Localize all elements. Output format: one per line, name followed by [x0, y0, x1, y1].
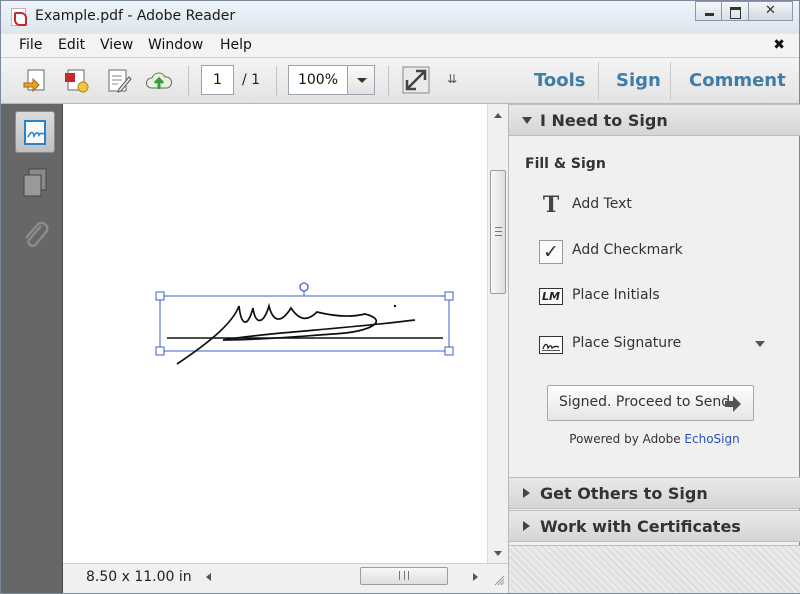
horizontal-scroll-thumb[interactable] [360, 567, 448, 585]
close-icon[interactable] [749, 1, 793, 21]
scroll-up-icon[interactable] [494, 113, 502, 118]
menu-edit[interactable]: Edit [58, 37, 85, 53]
powered-by-label: Powered by Adobe [569, 432, 681, 446]
place-initials-button[interactable]: LM Place Initials [536, 284, 786, 310]
action-label: Place Signature [572, 335, 682, 351]
vertical-scrollbar[interactable] [487, 104, 508, 563]
chevron-down-icon[interactable] [755, 341, 765, 347]
maximize-icon[interactable] [722, 1, 749, 21]
tab-comment[interactable]: Comment [689, 70, 786, 91]
create-pdf-icon[interactable] [63, 67, 91, 95]
window-title: Example.pdf - Adobe Reader [35, 8, 236, 24]
section-title: I Need to Sign [540, 111, 668, 130]
checkmark-icon: ✓ [539, 240, 563, 264]
minimize-icon[interactable] [695, 1, 722, 21]
place-signature-button[interactable]: Place Signature [536, 332, 786, 358]
expand-icon [523, 488, 530, 498]
scroll-right-icon[interactable] [473, 573, 478, 581]
signature-icon [539, 336, 563, 354]
signature-panel-button[interactable] [15, 111, 55, 153]
menu-window[interactable]: Window [148, 37, 203, 53]
echosign-link[interactable]: EchoSign [684, 432, 739, 446]
signature-annotation[interactable] [153, 280, 463, 366]
menu-file[interactable]: File [19, 37, 42, 53]
add-text-button[interactable]: T Add Text [536, 193, 786, 219]
pane-empty-area [509, 545, 800, 593]
tab-tools[interactable]: Tools [534, 70, 586, 91]
initials-icon: LM [539, 288, 563, 305]
close-document-icon[interactable]: ✖ [773, 37, 785, 53]
zoom-dropdown-button[interactable] [347, 65, 375, 95]
attachments-icon[interactable] [21, 220, 49, 252]
page-thumbnails-icon[interactable] [21, 168, 49, 198]
powered-by-text: Powered by Adobe EchoSign [509, 432, 800, 446]
zoom-input[interactable]: 100% [288, 65, 348, 95]
page-number-input[interactable]: 1 [201, 65, 234, 95]
window-controls [695, 1, 793, 21]
scroll-left-icon[interactable] [206, 573, 211, 581]
fit-page-icon[interactable] [402, 66, 430, 94]
navigation-pane [1, 104, 63, 593]
section-header-get-others-to-sign[interactable]: Get Others to Sign [509, 477, 800, 509]
section-header-work-with-certificates[interactable]: Work with Certificates [509, 510, 800, 542]
arrow-right-icon [725, 396, 741, 412]
text-icon: T [542, 192, 560, 218]
fill-sign-heading: Fill & Sign [525, 156, 606, 172]
signature-panel-icon [24, 120, 46, 145]
tab-sign[interactable]: Sign [616, 70, 661, 91]
document-page[interactable] [63, 104, 487, 563]
menu-bar: File Edit View Window Help ✖ [1, 34, 799, 58]
tab-separator [670, 62, 671, 100]
sign-pane: I Need to Sign Fill & Sign T Add Text ✓ … [508, 104, 800, 593]
toolbar: 1 / 1 100% ⇊ Tools Sign Comment [1, 58, 799, 104]
toolbar-separator [388, 66, 389, 96]
action-label: Add Checkmark [572, 242, 683, 258]
title-bar: Example.pdf - Adobe Reader [1, 1, 799, 34]
action-label: Add Text [572, 196, 632, 212]
page-size-label: 8.50 x 11.00 in [86, 569, 192, 585]
open-icon[interactable] [22, 67, 50, 95]
menu-view[interactable]: View [100, 37, 133, 53]
collapse-icon [522, 117, 532, 124]
grip-icon [399, 571, 409, 580]
edit-icon[interactable] [105, 67, 133, 95]
grip-icon [495, 227, 502, 236]
vertical-scroll-thumb[interactable] [490, 170, 506, 294]
section-title: Get Others to Sign [540, 484, 708, 503]
status-bar: 8.50 x 11.00 in [63, 563, 508, 593]
toolbar-separator [188, 66, 189, 96]
upload-cloud-icon[interactable] [145, 67, 173, 95]
scroll-down-icon[interactable] [494, 551, 502, 556]
menu-help[interactable]: Help [220, 37, 252, 53]
action-label: Place Initials [572, 287, 660, 303]
more-tools-icon[interactable]: ⇊ [447, 72, 457, 86]
tab-separator [598, 62, 599, 100]
resize-grip-icon[interactable] [493, 572, 505, 586]
page-total: / 1 [242, 72, 261, 88]
section-title: Work with Certificates [540, 517, 741, 536]
expand-icon [523, 521, 530, 531]
button-label: Signed. Proceed to Send [559, 394, 731, 410]
proceed-to-send-button[interactable]: Signed. Proceed to Send [547, 385, 754, 421]
toolbar-separator [276, 66, 277, 96]
section-header-i-need-to-sign[interactable]: I Need to Sign [509, 104, 800, 136]
application-window: Example.pdf - Adobe Reader File Edit Vie… [0, 0, 800, 594]
pdf-file-icon [11, 8, 27, 26]
add-checkmark-button[interactable]: ✓ Add Checkmark [536, 239, 786, 265]
